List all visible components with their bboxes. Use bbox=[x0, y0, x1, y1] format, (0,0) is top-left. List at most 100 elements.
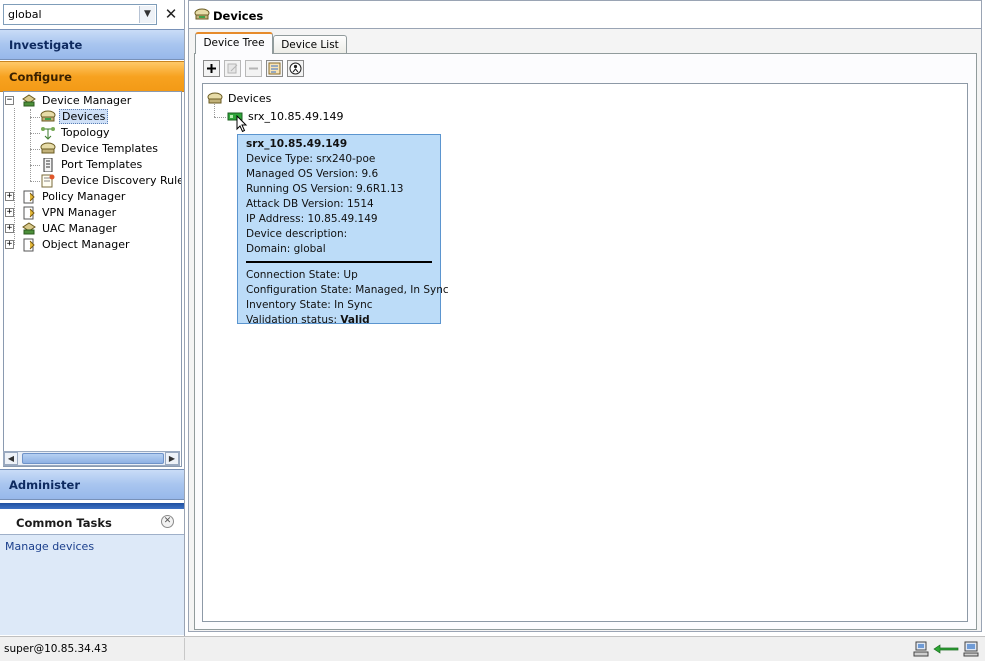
tree-connector bbox=[14, 108, 15, 245]
device-details-button[interactable] bbox=[287, 60, 304, 77]
scroll-right-arrow-icon[interactable]: ▶ bbox=[165, 452, 179, 465]
arrow-left-icon bbox=[933, 644, 959, 654]
scrollbar-thumb[interactable] bbox=[22, 453, 164, 464]
common-tasks-title: Common Tasks bbox=[16, 516, 112, 530]
tree-item-label: Topology bbox=[61, 126, 110, 139]
tree-horizontal-scrollbar[interactable]: ◀ ▶ bbox=[3, 451, 180, 466]
tree-connector bbox=[30, 117, 40, 118]
tooltip-device-name: srx_10.85.49.149 bbox=[246, 138, 348, 150]
nav-configure[interactable]: Configure bbox=[0, 61, 184, 92]
tree-item-topology[interactable]: Topology bbox=[40, 125, 112, 140]
tree-root-devices[interactable]: Devices bbox=[207, 91, 273, 106]
expand-icon[interactable]: + bbox=[5, 224, 14, 233]
device-templates-icon bbox=[40, 142, 56, 156]
delete-button[interactable] bbox=[245, 60, 262, 77]
tree-connector bbox=[214, 117, 226, 118]
main-pane: Devices Device Tree Device List Devices … bbox=[188, 0, 982, 636]
mouse-pointer-icon bbox=[236, 115, 248, 133]
vpn-manager-icon bbox=[21, 206, 37, 220]
chevron-down-icon[interactable]: ▼ bbox=[139, 6, 155, 23]
domain-selector[interactable]: global ▼ bbox=[3, 4, 157, 25]
tree-item-vpn-manager[interactable]: VPN Manager bbox=[21, 205, 118, 220]
expand-icon[interactable]: + bbox=[5, 192, 14, 201]
devices-icon bbox=[194, 8, 210, 22]
tooltip-attack-db: Attack DB Version: 1514 bbox=[246, 198, 374, 210]
tab-device-tree[interactable]: Device Tree bbox=[195, 32, 273, 54]
tree-item-port-templates[interactable]: Port Templates bbox=[40, 157, 144, 172]
tree-item-label: Device Templates bbox=[61, 142, 159, 155]
discovery-rules-icon bbox=[40, 174, 56, 188]
tree-item-label: VPN Manager bbox=[42, 206, 117, 219]
tree-item-devices[interactable]: Devices bbox=[40, 109, 109, 124]
server-network-icon[interactable] bbox=[913, 641, 929, 657]
edit-button[interactable] bbox=[224, 60, 241, 77]
configure-tree: − Device Manager Devices Topology Device… bbox=[3, 91, 182, 467]
close-icon[interactable]: ✕ bbox=[161, 515, 174, 528]
add-button[interactable] bbox=[203, 60, 220, 77]
tree-connector bbox=[30, 165, 40, 166]
tree-item-uac-manager[interactable]: UAC Manager bbox=[21, 221, 119, 236]
device-details-icon bbox=[289, 62, 302, 75]
tree-item-label: UAC Manager bbox=[42, 222, 117, 235]
tree-item-label: Object Manager bbox=[42, 238, 130, 251]
left-navigation-pane: global ▼ ✕ Investigate Configure − Devic… bbox=[0, 0, 185, 636]
tooltip-domain: Domain: global bbox=[246, 243, 326, 255]
tooltip-running-os: Running OS Version: 9.6R1.13 bbox=[246, 183, 404, 195]
devices-icon bbox=[207, 92, 223, 106]
tree-item-device-manager[interactable]: Device Manager bbox=[21, 93, 133, 108]
tooltip-validation-status: Validation status: Valid bbox=[246, 313, 432, 328]
tooltip-managed-os: Managed OS Version: 9.6 bbox=[246, 168, 379, 180]
tooltip-config-state: Configuration State: Managed, In Sync bbox=[246, 284, 449, 296]
view-icon bbox=[268, 62, 281, 75]
delete-icon bbox=[249, 67, 258, 70]
tab-device-list[interactable]: Device List bbox=[273, 35, 347, 55]
tooltip-device-type: Device Type: srx240-poe bbox=[246, 153, 376, 165]
tree-item-object-manager[interactable]: Object Manager bbox=[21, 237, 132, 252]
tooltip-ip-address: IP Address: 10.85.49.149 bbox=[246, 213, 378, 225]
main-body: Device Tree Device List Devices srx_10.8… bbox=[188, 28, 982, 632]
tree-connector bbox=[30, 149, 40, 150]
manage-devices-link[interactable]: Manage devices bbox=[5, 540, 94, 553]
tree-item-label: Policy Manager bbox=[42, 190, 126, 203]
computer-icon[interactable] bbox=[963, 641, 979, 657]
expand-icon[interactable]: + bbox=[5, 208, 14, 217]
tooltip-validation-label: Validation status: bbox=[246, 314, 341, 326]
object-manager-icon bbox=[21, 238, 37, 252]
device-tree-view: Devices srx_10.85.49.149 srx_10.85.49.14… bbox=[202, 83, 968, 622]
nav-configure-label: Configure bbox=[9, 70, 72, 84]
tooltip-inventory-state: Inventory State: In Sync bbox=[246, 299, 373, 311]
tree-item-label: Devices bbox=[59, 109, 109, 124]
tree-item-device-discovery-rules[interactable]: Device Discovery Rules bbox=[40, 173, 182, 188]
collapse-icon[interactable]: − bbox=[5, 96, 14, 105]
tree-item-label: Device Discovery Rules bbox=[61, 174, 182, 187]
nav-administer[interactable]: Administer bbox=[0, 469, 184, 500]
devices-icon bbox=[40, 110, 56, 124]
edit-icon bbox=[227, 63, 238, 74]
tree-item-policy-manager[interactable]: Policy Manager bbox=[21, 189, 127, 204]
tooltip-connection-state: Connection State: Up bbox=[246, 269, 358, 281]
nav-administer-label: Administer bbox=[9, 478, 80, 492]
nav-investigate[interactable]: Investigate bbox=[0, 29, 184, 60]
tree-item-label: srx_10.85.49.149 bbox=[248, 110, 344, 123]
scroll-left-arrow-icon[interactable]: ◀ bbox=[4, 452, 18, 465]
tree-item-label: Devices bbox=[228, 92, 272, 105]
tooltip-description: Device description: bbox=[246, 228, 348, 240]
view-button[interactable] bbox=[266, 60, 283, 77]
add-icon bbox=[207, 64, 216, 73]
tree-item-device-templates[interactable]: Device Templates bbox=[40, 141, 160, 156]
nav-investigate-label: Investigate bbox=[9, 38, 83, 52]
expand-icon[interactable]: + bbox=[5, 240, 14, 249]
status-icons bbox=[913, 640, 979, 658]
uac-manager-icon bbox=[21, 221, 37, 236]
tree-connector bbox=[30, 133, 40, 134]
tab-label: Device List bbox=[281, 39, 339, 51]
topology-icon bbox=[40, 126, 56, 140]
tooltip-validation-value: Valid bbox=[340, 314, 370, 326]
status-bar: super@10.85.34.43 bbox=[0, 636, 985, 661]
close-icon[interactable]: ✕ bbox=[162, 5, 180, 23]
tree-connector bbox=[30, 109, 31, 181]
common-tasks-header: Common Tasks ✕ bbox=[0, 509, 184, 535]
tooltip-separator bbox=[246, 261, 432, 263]
device-tooltip: srx_10.85.49.149 Device Type: srx240-poe… bbox=[237, 134, 449, 326]
common-tasks-panel: Manage devices bbox=[0, 535, 184, 635]
